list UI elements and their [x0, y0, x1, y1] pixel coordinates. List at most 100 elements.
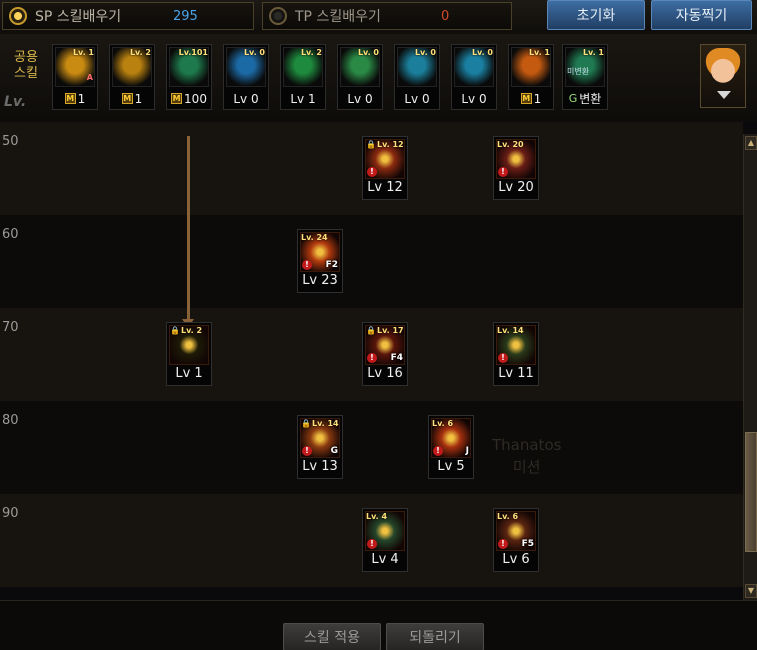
shared-skill-slot[interactable]: Lv. 1 A M1 — [52, 44, 98, 110]
skill-level-text: 1 — [134, 91, 143, 106]
shared-skill-slot[interactable]: Lv. 1 M1 — [508, 44, 554, 110]
skill-level-value: Lv 5 — [437, 459, 465, 474]
hotkey-label: F4 — [390, 353, 403, 363]
warning-icon: ! — [367, 539, 377, 549]
skill-level-text: 100 — [184, 91, 207, 106]
tp-radio-icon[interactable] — [269, 7, 287, 25]
skill-level-value: Lv 20 — [498, 180, 534, 195]
watermark-line2: 미션 — [512, 458, 541, 476]
shared-skill-slot[interactable]: Lv. 0 Lv 0 — [223, 44, 269, 110]
tree-skill-slot[interactable]: Lv. 14! Lv 11 — [493, 322, 539, 386]
hotkey-label: F2 — [325, 260, 338, 270]
tree-skill-slot[interactable]: 🔒 Lv. 2 Lv 1 — [166, 322, 212, 386]
shared-skill-slot[interactable]: Lv. 2 M1 — [109, 44, 155, 110]
tree-skill-slot[interactable]: 🔒 Lv. 14! G Lv 13 — [297, 415, 343, 479]
skill-level-value: Lv 16 — [367, 366, 403, 381]
skill-req-text: Lv. 4 — [366, 512, 388, 521]
skill-level-value: Lv 11 — [498, 366, 534, 381]
shared-skill-slot[interactable]: Lv. 0 Lv 0 — [451, 44, 497, 110]
warning-icon: ! — [498, 167, 508, 177]
skill-tree-scrollbar[interactable]: ▲ ▼ — [743, 134, 757, 600]
level-row-80: 80 — [0, 401, 743, 494]
auto-assign-button[interactable]: 자동찍기 — [651, 0, 752, 30]
character-portrait-dropdown[interactable] — [700, 44, 746, 108]
warning-icon: ! — [302, 260, 312, 270]
undo-button[interactable]: 되돌리기 — [386, 623, 484, 650]
tree-skill-slot[interactable]: Lv. 6! F5 Lv 6 — [493, 508, 539, 572]
shared-label-line1: 공용 — [14, 50, 38, 65]
level-row-label: 70 — [2, 320, 19, 335]
sp-radio-icon[interactable] — [9, 7, 27, 25]
skill-req-text: Lv. 6 — [497, 512, 519, 521]
shared-skill-slot[interactable]: Lv. 0 Lv 0 — [337, 44, 383, 110]
skill-level-req-badge: Lv. 1 — [72, 48, 94, 57]
skill-level-req-badge: Lv. 0 — [471, 48, 493, 57]
shared-skills-row: 공용 스킬 Lv. Lv. 1 A M 1 Lv. 2 M 1 Lv.101 M 100 Lv. 0… — [0, 34, 757, 122]
level-row-60: 60 — [0, 215, 743, 308]
lock-icon: 🔒 — [366, 326, 376, 335]
skill-req-text: Lv. 17 — [376, 326, 404, 335]
skill-level-value: Lv 1 — [175, 366, 203, 381]
watermark-line1: Thanatos — [492, 436, 562, 454]
tree-skill-slot[interactable]: Lv. 6! J Lv 5 — [428, 415, 474, 479]
tp-skill-mode-toggle[interactable]: TP 스킬배우기 0 — [262, 2, 512, 30]
skill-level-value: M1 — [55, 90, 95, 107]
skill-level-text: 1 — [77, 91, 86, 106]
skill-level-req-badge: Lv. 6 — [497, 512, 535, 521]
level-row-label: 80 — [2, 413, 19, 428]
level-row-label: 60 — [2, 227, 19, 242]
skill-level-req-badge: Lv. 1 — [528, 48, 550, 57]
skill-level-req-badge: 🔒 Lv. 14 — [301, 419, 339, 428]
scroll-down-icon[interactable]: ▼ — [745, 584, 757, 598]
warning-icon: ! — [433, 446, 443, 456]
tree-skill-slot[interactable]: Lv. 20! Lv 20 — [493, 136, 539, 200]
sp-skill-mode-toggle[interactable]: SP 스킬배우기 295 — [2, 2, 254, 30]
skill-req-text: Lv. 24 — [301, 233, 328, 242]
sp-mode-label: SP 스킬배우기 — [35, 9, 122, 25]
tree-skill-slot[interactable]: Lv. 24! F2 Lv 23 — [297, 229, 343, 293]
skill-level-req-badge: Lv. 14 — [497, 326, 535, 335]
scroll-thumb[interactable] — [745, 432, 757, 552]
master-mark-icon: M — [171, 93, 183, 104]
shared-skill-slot[interactable]: Lv. 0 Lv 0 — [394, 44, 440, 110]
skill-extra-label: 미변환 — [567, 67, 590, 76]
shared-skill-slot[interactable]: Lv. 2 Lv 1 — [280, 44, 326, 110]
skill-level-req-badge: Lv. 0 — [243, 48, 265, 57]
dropdown-arrow-icon[interactable] — [717, 91, 731, 99]
master-mark-icon: M — [64, 93, 76, 104]
skill-level-req-badge: 🔒 Lv. 2 — [170, 326, 208, 335]
skill-level-req-badge: Lv. 1 — [582, 48, 604, 57]
hotkey-label: F5 — [521, 539, 534, 549]
skill-level-value: Lv 0 — [454, 90, 494, 107]
lock-icon: 🔒 — [366, 140, 376, 149]
skill-level-req-badge: Lv. 0 — [414, 48, 436, 57]
tree-skill-slot[interactable]: 🔒 Lv. 12! Lv 12 — [362, 136, 408, 200]
warning-icon: ! — [367, 353, 377, 363]
skill-level-value: Lv 4 — [371, 552, 399, 567]
skill-level-text: Lv 0 — [461, 91, 487, 106]
skill-level-text: Lv 1 — [290, 91, 316, 106]
tree-skill-slot[interactable]: Lv. 4! Lv 4 — [362, 508, 408, 572]
shared-skill-slot[interactable]: Lv. 1 미변환 G 변환 — [562, 44, 608, 110]
hotkey-label: J — [465, 446, 469, 456]
tree-skill-slot[interactable]: 🔒 Lv. 17! F4 Lv 16 — [362, 322, 408, 386]
shared-skills-label: 공용 스킬 — [8, 50, 44, 82]
skill-level-req-badge: Lv. 0 — [357, 48, 379, 57]
skill-mode-bar: SP 스킬배우기 295 TP 스킬배우기 0 초기화 자동찍기 — [0, 0, 757, 34]
apply-skills-button[interactable]: 스킬 적용 — [283, 623, 381, 650]
skill-req-text: Lv. 12 — [376, 140, 404, 149]
scroll-up-icon[interactable]: ▲ — [745, 136, 757, 150]
skill-level-req-badge: 🔒 Lv. 17 — [366, 326, 404, 335]
skill-level-value: Lv 23 — [302, 273, 338, 288]
skill-level-value: M1 — [511, 90, 551, 107]
skill-level-req-badge: Lv. 2 — [129, 48, 151, 57]
thanatos-mission-watermark: Thanatos 미션 — [492, 434, 561, 478]
tp-mode-label: TP 스킬배우기 — [295, 9, 381, 25]
skill-level-req-badge: Lv.101 — [178, 48, 208, 57]
warning-icon: ! — [367, 167, 377, 177]
skill-tree-panel: 50 60 70 80 90 Thanatos 미션 🔒 Lv. 12! Lv 12 Lv. … — [0, 122, 743, 600]
reset-button[interactable]: 초기화 — [547, 0, 645, 30]
character-face-icon — [705, 48, 741, 86]
shared-skill-slot[interactable]: Lv.101 M 100 — [166, 44, 212, 110]
skill-level-text: 변환 — [579, 92, 602, 106]
